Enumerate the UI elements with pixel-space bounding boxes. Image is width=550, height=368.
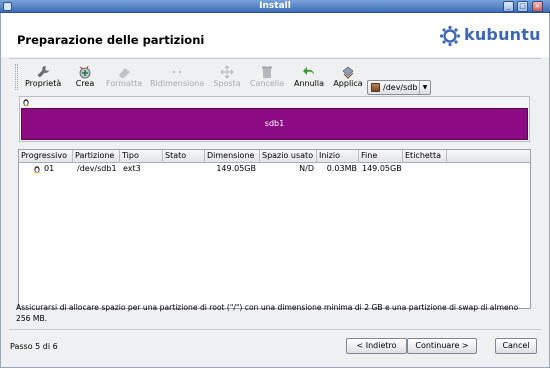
toolbar-cancella-button[interactable]: Cancella xyxy=(248,63,286,93)
toolbar-label: Formatta xyxy=(105,79,143,88)
toolbar-crea-button[interactable]: Crea xyxy=(71,63,99,93)
undo-icon xyxy=(303,67,314,75)
apply-icon xyxy=(342,66,354,79)
table-row[interactable]: 01 /dev/sdb1 ext3 149.05GB N/D 0.03MB 14… xyxy=(19,163,530,175)
toolbar-label: Ridimensiona xyxy=(150,79,205,88)
toolbar-proprieta-button[interactable]: Proprietà xyxy=(25,63,61,93)
toolbar-annulla-button[interactable]: Annulla xyxy=(293,63,325,93)
maximize-button[interactable]: □ xyxy=(517,1,528,12)
toolbar-grip[interactable] xyxy=(15,64,18,90)
cell-tipo: ext3 xyxy=(123,164,141,173)
footer-divider xyxy=(9,329,541,330)
partition-block-label: sdb1 xyxy=(264,119,285,128)
column-header-etichetta[interactable]: Etichetta xyxy=(403,150,447,163)
device-select-value: /dev/sdb xyxy=(383,83,418,92)
column-header-stato[interactable]: Stato xyxy=(163,150,205,163)
chevron-down-icon[interactable]: ▼ xyxy=(419,81,430,94)
step-indicator: Passo 5 di 6 xyxy=(10,342,58,351)
cell-spazio-usato: N/D xyxy=(299,164,314,173)
linux-tux-icon xyxy=(23,99,29,106)
window-titlebar[interactable]: Install _ □ × xyxy=(0,0,550,13)
partition-table: Progressivo Partizione Tipo Stato Dimens… xyxy=(18,149,531,309)
toolbar-label: Applica xyxy=(333,79,363,88)
cell-fine: 149.05GB xyxy=(362,164,402,173)
cancel-button[interactable]: Cancel xyxy=(495,338,537,354)
resize-icon xyxy=(173,71,181,73)
toolbar-label: Proprietà xyxy=(25,79,62,88)
continue-button[interactable]: Continuare > xyxy=(407,338,477,354)
move-icon xyxy=(220,65,234,79)
column-header-spazio-usato[interactable]: Spazio usato xyxy=(260,150,317,163)
toolbar-formatta-button[interactable]: Formatta xyxy=(103,63,145,93)
window-title: Install xyxy=(259,1,291,11)
column-header-dimensione[interactable]: Dimensione xyxy=(205,150,260,163)
toolbar-label: Sposta xyxy=(213,79,241,88)
device-select[interactable]: /dev/sdb ▼ xyxy=(367,80,431,95)
page-header: Preparazione delle partizioni kubuntu xyxy=(1,13,549,57)
linux-tux-icon xyxy=(34,166,40,173)
toolbar-applica-button[interactable]: Applica xyxy=(331,63,365,93)
table-header: Progressivo Partizione Tipo Stato Dimens… xyxy=(19,150,530,163)
toolbar-label: Annulla xyxy=(293,79,325,88)
kubuntu-gear-icon xyxy=(439,25,461,47)
cell-progressivo: 01 xyxy=(44,164,55,173)
toolbar-label: Cancella xyxy=(249,79,285,88)
minimize-button[interactable]: _ xyxy=(503,1,514,12)
toolbar-ridimensiona-button[interactable]: Ridimensiona xyxy=(150,63,204,93)
cell-inizio: 0.03MB xyxy=(326,164,357,173)
toolbar-label: Crea xyxy=(75,79,95,88)
column-header-progressivo[interactable]: Progressivo xyxy=(19,150,73,163)
hard-disk-icon xyxy=(371,83,380,92)
logo-text: kubuntu xyxy=(464,25,541,44)
column-header-inizio[interactable]: Inizio xyxy=(317,150,359,163)
kubuntu-logo: kubuntu xyxy=(439,24,541,50)
close-button[interactable]: × xyxy=(532,1,543,12)
trash-icon xyxy=(262,66,272,78)
cell-dimensione: 149.05GB xyxy=(216,164,256,173)
column-header-fine[interactable]: Fine xyxy=(359,150,403,163)
create-icon xyxy=(79,65,91,79)
cell-partizione: /dev/sdb1 xyxy=(77,164,117,173)
disk-visualization: sdb1 xyxy=(19,96,530,142)
column-header-partizione[interactable]: Partizione xyxy=(73,150,120,163)
toolbar-sposta-button[interactable]: Sposta xyxy=(211,63,243,93)
eraser-icon xyxy=(119,68,130,78)
installer-window: Preparazione delle partizioni kubuntu Pr… xyxy=(0,13,550,368)
column-header-tipo[interactable]: Tipo xyxy=(120,150,163,163)
page-title: Preparazione delle partizioni xyxy=(17,33,205,47)
header-divider xyxy=(9,58,541,59)
back-button[interactable]: < Indietro xyxy=(346,338,407,354)
root-swap-notice: Assicurarsi di allocare spazio per una p… xyxy=(16,303,519,323)
partition-block-sdb1[interactable]: sdb1 xyxy=(21,108,528,140)
wrench-icon xyxy=(37,66,49,78)
